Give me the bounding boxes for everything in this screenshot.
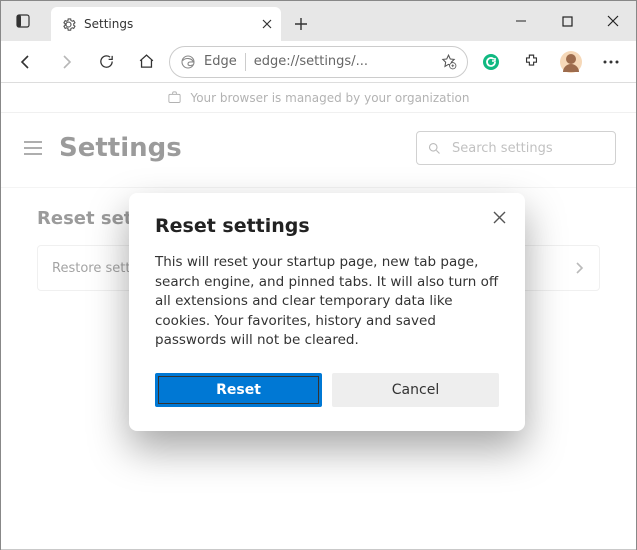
- cancel-button[interactable]: Cancel: [332, 373, 499, 407]
- back-button[interactable]: [9, 45, 43, 79]
- address-label: Edge: [204, 54, 237, 69]
- reset-settings-dialog: Reset settings This will reset your star…: [129, 193, 525, 431]
- maximize-button[interactable]: [544, 1, 590, 41]
- edge-icon: [180, 54, 196, 70]
- extensions-button[interactable]: [514, 45, 548, 79]
- dialog-title: Reset settings: [155, 215, 499, 237]
- tab-actions-button[interactable]: [1, 1, 45, 41]
- refresh-button[interactable]: [89, 45, 123, 79]
- window-controls: [498, 1, 636, 41]
- close-window-button[interactable]: [590, 1, 636, 41]
- avatar: [560, 51, 582, 73]
- dialog-close-button[interactable]: [487, 205, 511, 229]
- add-favorite-icon[interactable]: [440, 53, 457, 70]
- forward-button[interactable]: [49, 45, 83, 79]
- new-tab-button[interactable]: [285, 7, 317, 41]
- tab-title: Settings: [84, 17, 249, 31]
- address-url: edge://settings/...: [254, 54, 432, 69]
- address-bar[interactable]: Edge edge://settings/...: [169, 46, 468, 78]
- grammarly-icon[interactable]: [474, 45, 508, 79]
- browser-window: Settings Edge edge://settings/...: [0, 0, 637, 550]
- dialog-buttons: Reset Cancel: [155, 373, 499, 407]
- titlebar: Settings: [1, 1, 636, 41]
- separator: [245, 53, 246, 71]
- dialog-body: This will reset your startup page, new t…: [155, 253, 499, 351]
- gear-icon: [61, 17, 76, 32]
- browser-toolbar: Edge edge://settings/...: [1, 41, 636, 83]
- browser-tab[interactable]: Settings: [51, 7, 281, 41]
- tab-close-button[interactable]: [257, 14, 277, 34]
- app-menu-button[interactable]: [594, 45, 628, 79]
- home-button[interactable]: [129, 45, 163, 79]
- minimize-button[interactable]: [498, 1, 544, 41]
- reset-button[interactable]: Reset: [155, 373, 322, 407]
- profile-button[interactable]: [554, 45, 588, 79]
